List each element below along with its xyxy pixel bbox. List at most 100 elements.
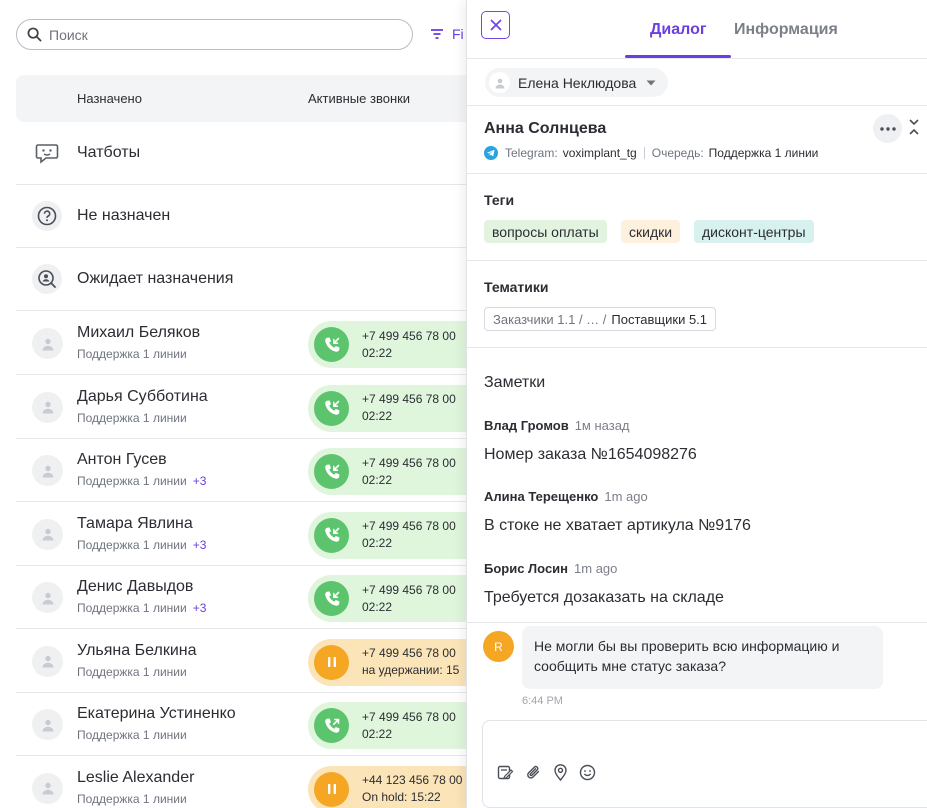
active-call[interactable]: +7 499 456 78 00 на удержании: 15 <box>308 638 478 686</box>
search-input[interactable] <box>49 26 379 43</box>
note-author: Алина Терещенко <box>484 489 599 504</box>
filter-button[interactable]: Fi <box>430 26 464 42</box>
question-icon <box>32 201 62 231</box>
message-composer[interactable] <box>482 720 927 808</box>
emoji-icon[interactable] <box>579 764 596 781</box>
incoming-call-icon[interactable] <box>314 517 349 553</box>
team-label: Поддержка 1 линии <box>77 791 187 806</box>
theme-path-last: Поставщики 5.1 <box>611 311 708 327</box>
incoming-call-icon[interactable] <box>314 390 349 426</box>
agent-team: Поддержка 1 линии <box>77 792 187 806</box>
active-call[interactable]: +7 499 456 78 00 02:22 <box>308 511 478 559</box>
pause-icon[interactable] <box>314 644 349 680</box>
active-call[interactable]: +7 499 456 78 00 02:22 <box>308 321 478 368</box>
outgoing-call-icon[interactable] <box>314 708 349 743</box>
person-icon <box>32 772 63 804</box>
note-header: Алина Терещенко 1m ago <box>484 489 648 504</box>
agent-team: Поддержка 1 линии +3 <box>77 601 206 615</box>
incoming-call-icon[interactable] <box>314 581 349 616</box>
theme-path[interactable]: Заказчики 1.1 / … / Поставщики 5.1 <box>484 307 717 331</box>
note-time: 1m ago <box>604 489 648 504</box>
message-text-line: сообщить мне статус заказа? <box>534 658 727 674</box>
active-call[interactable]: +7 499 456 78 00 02:22 <box>308 575 478 622</box>
more-teams-count[interactable]: +3 <box>193 601 207 615</box>
agent-row[interactable]: Екатерина Устиненко Поддержка 1 линии +7 4… <box>16 693 478 756</box>
agents-list-panel: Fi Назначено Активные звонки Чатботы Не … <box>0 0 478 808</box>
call-info: +7 499 456 78 00 на удержании: 15 <box>362 645 459 679</box>
person-icon <box>32 455 63 486</box>
call-status: 02:22 <box>362 345 393 360</box>
message-avatar: R <box>483 631 514 662</box>
agent-name: Тамара Явлина <box>77 514 193 532</box>
template-icon[interactable] <box>497 764 514 781</box>
agent-row[interactable]: Антон Гусев Поддержка 1 линии +3 +7 499 456… <box>16 439 478 502</box>
tag[interactable]: вопросы оплаты <box>484 220 607 243</box>
call-phone: +44 123 456 78 00 <box>362 773 463 787</box>
agent-row[interactable]: Денис Давыдов Поддержка 1 линии +3 +7 499 4… <box>16 566 478 629</box>
call-phone: +7 499 456 78 00 <box>362 519 456 533</box>
call-phone: +7 499 456 78 00 <box>362 646 456 660</box>
more-button[interactable] <box>873 114 902 143</box>
agent-name: Михаил Беляков <box>77 324 201 341</box>
tab-dialog[interactable]: Диалог <box>650 21 707 39</box>
paperclip-icon[interactable] <box>525 764 542 781</box>
agent-row[interactable]: Leslie Alexander Поддержка 1 линии +44 123… <box>16 757 478 808</box>
agent-team: Поддержка 1 линии <box>77 728 187 742</box>
search-box[interactable] <box>16 19 413 50</box>
agent-row[interactable]: Михаил Беляков Поддержка 1 линии +7 499 45… <box>16 312 478 375</box>
agent-row[interactable]: Дарья Субботина Поддержка 1 линии +7 499 4… <box>16 376 478 439</box>
agent-row[interactable]: Тамара Явлина Поддержка 1 линии +3 +7 499 4… <box>16 503 478 566</box>
note-time: 1m ago <box>574 561 618 576</box>
person-icon <box>32 709 63 740</box>
column-active-calls[interactable]: Активные звонки <box>308 91 410 106</box>
row-unassigned[interactable]: Не назначен <box>16 185 466 248</box>
incoming-call-icon[interactable] <box>314 327 349 362</box>
more-teams-count[interactable]: +3 <box>193 538 207 552</box>
active-call[interactable]: +7 499 456 78 00 02:22 <box>308 384 478 432</box>
call-info: +7 499 456 78 00 02:22 <box>362 455 456 489</box>
agent-name: Елена Неклюдова <box>518 74 637 91</box>
filter-label: Fi <box>452 26 464 42</box>
contact-name: Анна Солнцева <box>484 120 607 137</box>
row-chatbots[interactable]: Чатботы <box>16 122 466 185</box>
channel-value: voximplant_tg <box>562 146 637 160</box>
team-label: Поддержка 1 линии <box>77 537 187 552</box>
tags-title: Теги <box>484 192 515 208</box>
pause-icon[interactable] <box>314 771 349 807</box>
location-pin-icon[interactable] <box>553 764 568 781</box>
meta-separator <box>643 147 645 159</box>
call-status: на удержании: 15 <box>362 663 460 677</box>
collapse-icon[interactable] <box>908 118 920 136</box>
call-status: On hold: 15:22 <box>362 790 441 804</box>
agent-row[interactable]: Ульяна Белкина Поддержка 1 линии +7 499 45… <box>16 630 478 693</box>
agent-name: Екатерина Устиненко <box>77 705 236 722</box>
call-phone: +7 499 456 78 00 <box>362 582 456 597</box>
note-time: 1м назад <box>574 418 630 433</box>
divider <box>467 347 927 348</box>
notes-title: Заметки <box>484 374 546 391</box>
message-time: 6:44 PM <box>522 695 563 707</box>
message-bubble: Не могли бы вы проверить всю информацию … <box>522 626 883 689</box>
agent-selector[interactable]: Елена Неклюдова <box>485 68 669 97</box>
row-awaiting[interactable]: Ожидает назначения <box>16 248 466 311</box>
note-text: Требуется дозаказать на складе <box>484 589 724 606</box>
chevron-down-icon <box>646 80 656 85</box>
call-info: +7 499 456 78 00 02:22 <box>362 709 456 743</box>
channel-label: Telegram: <box>505 146 558 160</box>
filter-icon <box>431 29 443 39</box>
tag[interactable]: дисконт-центры <box>694 220 814 243</box>
more-teams-count[interactable]: +3 <box>193 474 207 488</box>
tab-info[interactable]: Информация <box>734 21 838 39</box>
row-label: Не назначен <box>77 207 171 224</box>
more-horizontal-icon <box>879 126 896 131</box>
incoming-call-icon[interactable] <box>314 454 349 489</box>
close-button[interactable] <box>481 11 510 39</box>
agent-name: Денис Давыдов <box>77 578 194 595</box>
active-call[interactable]: +7 499 456 78 00 02:22 <box>308 448 478 495</box>
call-status: 02:22 <box>362 472 393 487</box>
active-call[interactable]: +7 499 456 78 00 02:22 <box>308 702 478 749</box>
active-call[interactable]: +44 123 456 78 00 On hold: 15:22 <box>308 765 478 808</box>
tag[interactable]: скидки <box>621 220 681 243</box>
agent-name: Дарья Субботина <box>77 387 208 405</box>
column-assigned[interactable]: Назначено <box>77 91 142 106</box>
